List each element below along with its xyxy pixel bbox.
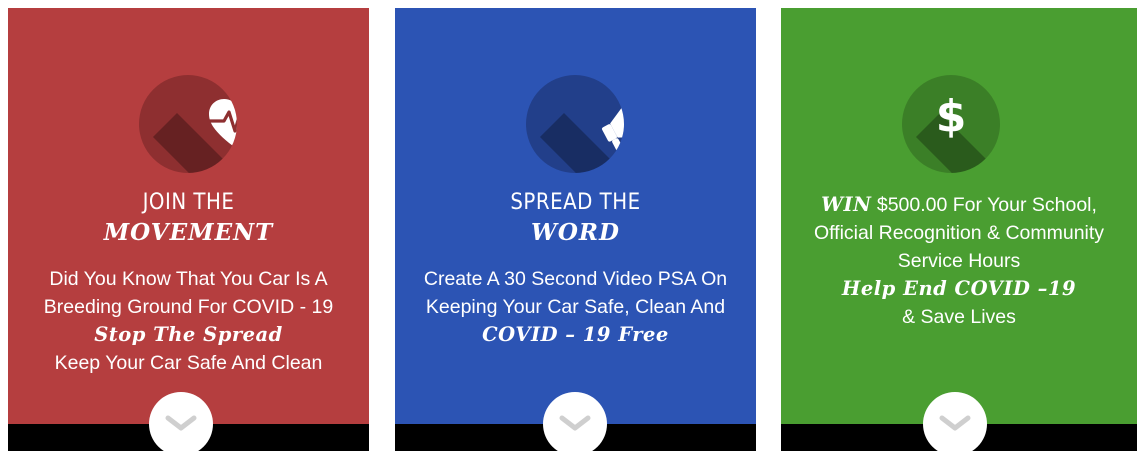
card-spread-word: SPREAD THE WORD Create A 30 Second Video… bbox=[395, 8, 756, 451]
chevron-down-icon bbox=[939, 415, 971, 431]
card-title-line1: JOIN THE bbox=[142, 190, 235, 215]
description-line: Breeding Ground For COVID - 19 bbox=[43, 296, 334, 318]
description-line: $500.00 For Your School, bbox=[876, 194, 1097, 216]
scroll-down-button[interactable] bbox=[923, 392, 987, 451]
card-description: Did You Know That You Car Is A Breeding … bbox=[14, 265, 363, 377]
megaphone-icon bbox=[526, 75, 624, 173]
description-line: Did You Know That You Car Is A bbox=[49, 268, 328, 290]
card-win-prize: $ WIN $500.00 For Your School, Official … bbox=[781, 8, 1137, 451]
win-word: WIN bbox=[821, 193, 872, 216]
chevron-down-icon bbox=[165, 415, 197, 431]
description-emphasis: Help End COVID –19 bbox=[841, 277, 1077, 300]
chevron-down-icon bbox=[559, 415, 591, 431]
card-description: Create A 30 Second Video PSA On Keeping … bbox=[401, 265, 750, 349]
card-title-line2: MOVEMENT bbox=[103, 219, 274, 246]
description-line: Create A 30 Second Video PSA On bbox=[423, 268, 728, 290]
dollar-icon: $ bbox=[902, 75, 1000, 173]
description-line: Keeping Your Car Safe, Clean And bbox=[425, 296, 726, 318]
card-description: WIN $500.00 For Your School, Official Re… bbox=[787, 191, 1131, 331]
scroll-down-button[interactable] bbox=[543, 392, 607, 451]
description-emphasis: COVID – 19 Free bbox=[482, 323, 669, 346]
card-title-line1: SPREAD THE bbox=[510, 190, 641, 215]
heart-pulse-icon bbox=[139, 75, 237, 173]
description-emphasis: Stop The Spread bbox=[94, 323, 283, 346]
card-join-movement: JOIN THE MOVEMENT Did You Know That You … bbox=[8, 8, 369, 451]
description-line: Keep Your Car Safe And Clean bbox=[54, 352, 323, 374]
scroll-down-button[interactable] bbox=[149, 392, 213, 451]
description-line-win: WIN $500.00 For Your School, bbox=[787, 191, 1131, 219]
description-line: Official Recognition & Community bbox=[813, 222, 1105, 244]
card-title-line2: WORD bbox=[531, 219, 620, 246]
description-line: & Save Lives bbox=[902, 306, 1016, 328]
description-line: Service Hours bbox=[897, 250, 1021, 272]
